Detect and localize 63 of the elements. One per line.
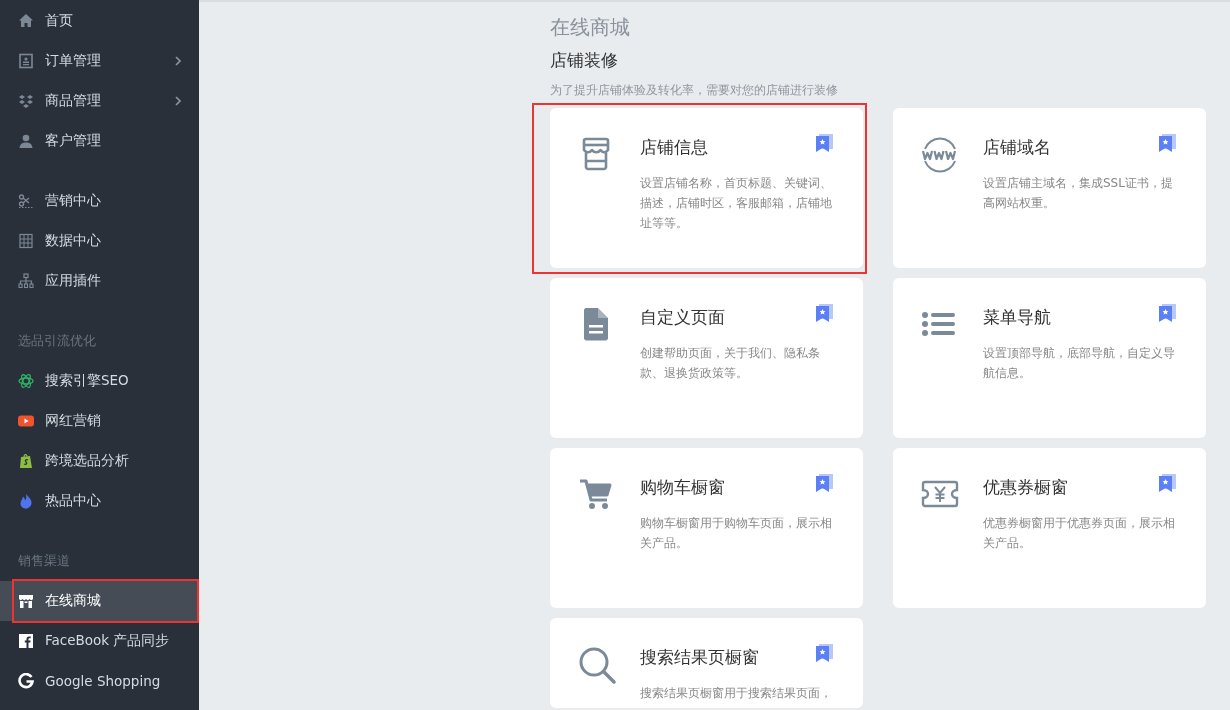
card-title: 优惠券橱窗 — [983, 476, 1068, 499]
section-title: 店铺装修 — [550, 49, 619, 72]
card-title: 店铺域名 — [983, 136, 1051, 159]
sidebar-item[interactable]: 跨境选品分析 — [0, 441, 199, 481]
sidebar-item[interactable]: 在线商城 — [0, 581, 199, 621]
sidebar-item[interactable]: FaceBook 产品同步 — [0, 621, 199, 661]
sidebar-item[interactable]: 应用插件 — [0, 261, 199, 301]
card-title: 搜索结果页橱窗 — [640, 646, 759, 669]
sidebar-item[interactable]: 数据中心 — [0, 221, 199, 261]
bookmark-icon[interactable] — [816, 304, 833, 322]
card-title: 菜单导航 — [983, 306, 1051, 329]
section-description: 为了提升店铺体验及转化率，需要对您的店铺进行装修 — [550, 82, 839, 98]
storefront-icon — [18, 593, 34, 609]
bookmark-icon[interactable] — [816, 134, 833, 152]
bookmark-icon[interactable] — [1159, 304, 1176, 322]
sidebar-item[interactable]: 商品管理 — [0, 81, 199, 121]
person-icon — [18, 133, 34, 149]
settings-card[interactable]: 搜索结果页橱窗 搜索结果页橱窗用于搜索结果页面， — [550, 618, 863, 708]
card-description: 购物车橱窗用于购物车页面，展示相关产品。 — [640, 515, 833, 552]
google-icon — [18, 673, 34, 689]
settings-card[interactable]: 店铺域名 设置店铺主域名，集成SSL证书，提高网站权重。 — [893, 108, 1206, 268]
sidebar-item[interactable]: 客户管理 — [0, 121, 199, 161]
clipboard-icon — [18, 53, 34, 69]
settings-card[interactable]: 菜单导航 设置顶部导航，底部导航，自定义导航信息。 — [893, 278, 1206, 438]
sidebar-item[interactable]: 网红营销 — [0, 401, 199, 441]
section-heading: 销售渠道 — [17, 552, 71, 570]
www-globe-icon — [921, 136, 959, 174]
card-description: 设置店铺主域名，集成SSL证书，提高网站权重。 — [983, 175, 1174, 212]
home-icon — [18, 13, 34, 29]
card-description: 设置店铺名称，首页标题、关键词、描述，店铺时区，客服邮箱，店铺地址等等。 — [640, 175, 833, 232]
card-title: 自定义页面 — [640, 306, 725, 329]
bookmark-icon[interactable] — [816, 644, 833, 662]
settings-card[interactable]: 自定义页面 创建帮助页面，关于我们、隐私条款、退换货政策等。 — [550, 278, 863, 438]
sidebar-item[interactable]: 首页 — [0, 1, 199, 41]
atom-icon — [18, 373, 34, 389]
bookmark-icon[interactable] — [1159, 474, 1176, 492]
play-icon — [18, 413, 34, 429]
search-icon — [578, 646, 618, 686]
page-title: 在线商城 — [550, 14, 631, 40]
scissors-icon — [18, 193, 34, 209]
sidebar-item[interactable]: 热品中心 — [0, 481, 199, 521]
facebook-icon — [18, 633, 34, 649]
settings-card[interactable]: 店铺信息 设置店铺名称，首页标题、关键词、描述，店铺时区，客服邮箱，店铺地址等等。 — [550, 108, 863, 268]
card-description: 搜索结果页橱窗用于搜索结果页面， — [640, 685, 833, 702]
card-title: 购物车橱窗 — [640, 476, 725, 499]
section-heading: 选品引流优化 — [17, 332, 97, 350]
grid-icon — [18, 233, 34, 249]
flame-icon — [18, 493, 34, 509]
card-description: 优惠券橱窗用于优惠券页面，展示相关产品。 — [983, 515, 1176, 552]
card-description: 设置顶部导航，底部导航，自定义导航信息。 — [983, 345, 1176, 382]
settings-card[interactable]: 优惠券橱窗 优惠券橱窗用于优惠券页面，展示相关产品。 — [893, 448, 1206, 608]
sidebar-item[interactable]: Google Shopping — [0, 661, 199, 701]
bookmark-icon[interactable] — [816, 474, 833, 492]
sidebar-item[interactable]: 营销中心 — [0, 181, 199, 221]
card-title: 店铺信息 — [640, 136, 708, 159]
hierarchy-icon — [18, 273, 34, 289]
boxes-icon — [18, 93, 34, 109]
sidebar-item[interactable]: 订单管理 — [0, 41, 199, 81]
bookmark-icon[interactable] — [1159, 134, 1176, 152]
settings-card[interactable]: 购物车橱窗 购物车橱窗用于购物车页面，展示相关产品。 — [550, 448, 863, 608]
shopping-bag-icon — [18, 453, 34, 469]
sidebar-item[interactable]: 搜索引擎SEO — [0, 361, 199, 401]
card-description: 创建帮助页面，关于我们、隐私条款、退换货政策等。 — [640, 345, 821, 382]
